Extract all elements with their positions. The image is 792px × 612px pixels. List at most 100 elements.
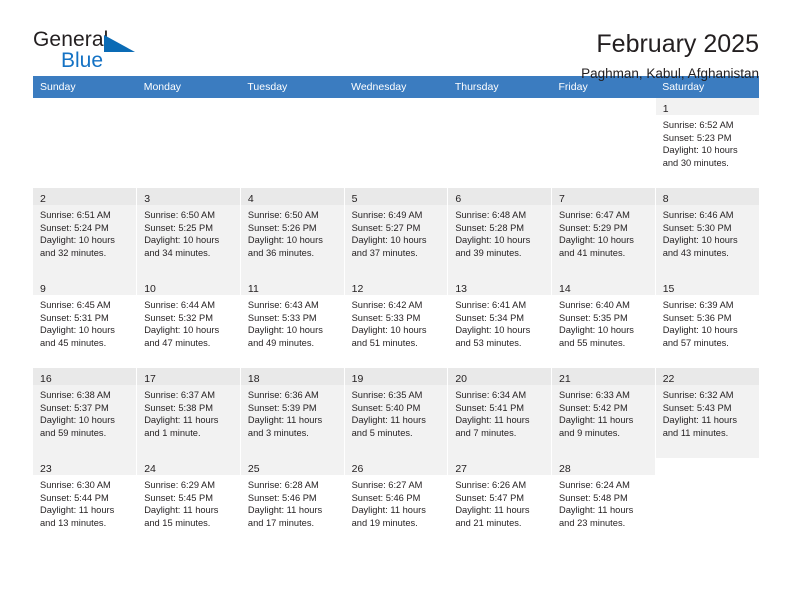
sunrise-text: Sunrise: 6:26 AM	[455, 480, 527, 490]
day-number: 1	[662, 103, 669, 115]
sunrise-text: Sunrise: 6:39 AM	[662, 300, 734, 310]
daylight-text: Daylight: 10 hours and 37 minutes.	[351, 235, 427, 258]
day-cell-inner: 12 Sunrise: 6:42 AM Sunset: 5:33 PM Dayligh…	[344, 278, 448, 368]
general-blue-logo[interactable]: General Blue	[33, 28, 163, 80]
calendar-day-cell[interactable]: 21 Sunrise: 6:33 AM Sunset: 5:42 PM Dayligh…	[551, 368, 656, 458]
calendar-day-cell[interactable]: 9 Sunrise: 6:45 AM Sunset: 5:31 PM Daylight…	[33, 278, 138, 368]
daylight-text: Daylight: 10 hours and 39 minutes.	[455, 235, 531, 258]
calendar-day-cell[interactable]: 25 Sunrise: 6:28 AM Sunset: 5:46 PM Dayligh…	[240, 458, 345, 548]
sunrise-text: Sunrise: 6:47 AM	[559, 210, 630, 220]
calendar-day-cell[interactable]: 8 Sunrise: 6:46 AM Sunset: 5:30 PM Daylight…	[655, 188, 759, 278]
day-cell-inner: 7 Sunrise: 6:47 AM Sunset: 5:29 PM Daylight…	[552, 188, 655, 278]
day-number-bar: 7	[552, 188, 655, 205]
day-number: 21	[559, 373, 571, 385]
sunset-text: Sunset: 5:45 PM	[144, 492, 213, 503]
day-number-bar	[241, 98, 344, 115]
calendar-week-row: 9 Sunrise: 6:45 AM Sunset: 5:31 PM Daylight…	[33, 278, 759, 368]
calendar-day-cell[interactable]: 27 Sunrise: 6:26 AM Sunset: 5:47 PM Dayligh…	[447, 458, 553, 548]
day-number-bar: 11	[240, 278, 344, 295]
calendar-day-cell[interactable]: 17 Sunrise: 6:37 AM Sunset: 5:38 PM Dayligh…	[136, 368, 241, 458]
day-cell-inner: 9 Sunrise: 6:45 AM Sunset: 5:31 PM Daylight…	[33, 278, 137, 368]
calendar-day-cell[interactable]: 19 Sunrise: 6:35 AM Sunset: 5:40 PM Dayligh…	[344, 368, 449, 458]
day-details: Sunrise: 6:37 AM Sunset: 5:38 PM Daylight:…	[137, 385, 240, 439]
day-number: 3	[144, 193, 151, 205]
day-number-bar	[345, 98, 448, 115]
day-number: 14	[559, 283, 571, 295]
calendar-day-cell[interactable]: 23 Sunrise: 6:30 AM Sunset: 5:44 PM Dayligh…	[33, 458, 138, 548]
sunrise-text: Sunrise: 6:35 AM	[351, 390, 423, 400]
day-details: Sunrise: 6:38 AM Sunset: 5:37 PM Daylight:…	[33, 385, 136, 439]
calendar-day-cell[interactable]: 2 Sunrise: 6:51 AM Sunset: 5:24 PM Daylight…	[33, 188, 138, 278]
sunset-text: Sunset: 5:32 PM	[144, 312, 213, 323]
calendar-day-cell[interactable]: 7 Sunrise: 6:47 AM Sunset: 5:29 PM Daylight…	[551, 188, 656, 278]
calendar-day-cell[interactable]: 3 Sunrise: 6:50 AM Sunset: 5:25 PM Daylight…	[136, 188, 241, 278]
day-number-bar: 17	[137, 368, 240, 385]
day-details: Sunrise: 6:42 AM Sunset: 5:33 PM Daylight:…	[345, 295, 448, 349]
calendar-day-cell[interactable]: 15 Sunrise: 6:39 AM Sunset: 5:36 PM Dayligh…	[655, 278, 759, 368]
day-details: Sunrise: 6:33 AM Sunset: 5:42 PM Daylight:…	[552, 385, 655, 439]
calendar-day-cell[interactable]: 11 Sunrise: 6:43 AM Sunset: 5:33 PM Dayligh…	[240, 278, 345, 368]
calendar-day-cell[interactable]: 5 Sunrise: 6:49 AM Sunset: 5:27 PM Daylight…	[344, 188, 449, 278]
sunrise-text: Sunrise: 6:34 AM	[455, 390, 527, 400]
day-cell-inner: 4 Sunrise: 6:50 AM Sunset: 5:26 PM Daylight…	[240, 188, 344, 278]
day-number: 13	[455, 283, 467, 295]
sunrise-text: Sunrise: 6:30 AM	[40, 480, 111, 490]
day-number-bar: 27	[448, 458, 552, 475]
sunset-text: Sunset: 5:31 PM	[40, 312, 109, 323]
day-number: 12	[351, 283, 364, 295]
day-number: 2	[40, 193, 46, 205]
calendar-day-cell-empty	[447, 98, 553, 188]
day-details: Sunrise: 6:39 AM Sunset: 5:36 PM Daylight:…	[656, 295, 759, 349]
day-cell-inner: 17 Sunrise: 6:37 AM Sunset: 5:38 PM Dayligh…	[137, 368, 240, 458]
calendar-day-cell[interactable]: 28 Sunrise: 6:24 AM Sunset: 5:48 PM Dayligh…	[551, 458, 656, 548]
day-details: Sunrise: 6:51 AM Sunset: 5:24 PM Daylight:…	[33, 205, 136, 259]
day-details: Sunrise: 6:29 AM Sunset: 5:45 PM Daylight:…	[137, 475, 240, 529]
sunrise-text: Sunrise: 6:50 AM	[247, 210, 319, 220]
day-number-bar: 20	[448, 368, 552, 385]
calendar-day-cell[interactable]: 16 Sunrise: 6:38 AM Sunset: 5:37 PM Dayligh…	[33, 368, 138, 458]
sunrise-text: Sunrise: 6:36 AM	[247, 390, 319, 400]
calendar-day-cell[interactable]: 14 Sunrise: 6:40 AM Sunset: 5:35 PM Dayligh…	[551, 278, 656, 368]
calendar-day-cell[interactable]: 26 Sunrise: 6:27 AM Sunset: 5:46 PM Dayligh…	[344, 458, 449, 548]
day-number-bar: 3	[137, 188, 240, 205]
day-cell-inner: 5 Sunrise: 6:49 AM Sunset: 5:27 PM Daylight…	[344, 188, 448, 278]
calendar-day-cell[interactable]: 12 Sunrise: 6:42 AM Sunset: 5:33 PM Dayligh…	[344, 278, 449, 368]
sunrise-text: Sunrise: 6:27 AM	[351, 480, 423, 490]
calendar-day-cell[interactable]: 6 Sunrise: 6:48 AM Sunset: 5:28 PM Daylight…	[447, 188, 553, 278]
daylight-text: Daylight: 10 hours and 34 minutes.	[144, 235, 220, 258]
sunrise-text: Sunrise: 6:41 AM	[455, 300, 527, 310]
calendar-day-cell-empty	[655, 458, 759, 548]
calendar-day-cell[interactable]: 22 Sunrise: 6:32 AM Sunset: 5:43 PM Dayligh…	[655, 368, 759, 458]
day-cell-inner: 3 Sunrise: 6:50 AM Sunset: 5:25 PM Daylight…	[137, 188, 240, 278]
day-cell-inner	[552, 98, 655, 188]
sunrise-text: Sunrise: 6:43 AM	[247, 300, 319, 310]
sunset-text: Sunset: 5:30 PM	[662, 222, 732, 233]
calendar-day-cell[interactable]: 18 Sunrise: 6:36 AM Sunset: 5:39 PM Dayligh…	[240, 368, 345, 458]
sunrise-text: Sunrise: 6:29 AM	[144, 480, 216, 490]
day-details: Sunrise: 6:26 AM Sunset: 5:47 PM Daylight:…	[448, 475, 551, 529]
calendar-day-cell[interactable]: 20 Sunrise: 6:34 AM Sunset: 5:41 PM Dayligh…	[447, 368, 553, 458]
daylight-text: Daylight: 10 hours and 51 minutes.	[351, 325, 427, 348]
calendar-day-cell[interactable]: 13 Sunrise: 6:41 AM Sunset: 5:34 PM Dayligh…	[447, 278, 553, 368]
day-number-bar	[448, 98, 551, 115]
sunset-text: Sunset: 5:36 PM	[662, 312, 732, 323]
calendar-day-cell[interactable]: 24 Sunrise: 6:29 AM Sunset: 5:45 PM Dayligh…	[136, 458, 241, 548]
day-number: 25	[247, 463, 260, 475]
sunset-text: Sunset: 5:39 PM	[247, 402, 317, 413]
calendar-day-cell[interactable]: 10 Sunrise: 6:44 AM Sunset: 5:32 PM Dayligh…	[136, 278, 241, 368]
day-number-bar: 19	[344, 368, 448, 385]
calendar-page: General Blue February 2025 Paghman, Kabu…	[0, 0, 792, 612]
calendar-day-cell-empty	[551, 98, 656, 188]
daylight-text: Daylight: 10 hours and 49 minutes.	[247, 325, 323, 348]
day-number: 7	[559, 193, 565, 205]
day-cell-inner: 2 Sunrise: 6:51 AM Sunset: 5:24 PM Daylight…	[33, 188, 137, 278]
day-number-bar: 16	[33, 368, 137, 385]
calendar-week-row: 23 Sunrise: 6:30 AM Sunset: 5:44 PM Dayligh…	[33, 458, 759, 548]
sunrise-text: Sunrise: 6:40 AM	[559, 300, 630, 310]
day-cell-inner: 23 Sunrise: 6:30 AM Sunset: 5:44 PM Dayligh…	[33, 458, 137, 548]
sunset-text: Sunset: 5:40 PM	[351, 402, 421, 413]
daylight-text: Daylight: 11 hours and 23 minutes.	[559, 505, 634, 528]
calendar-day-cell[interactable]: 4 Sunrise: 6:50 AM Sunset: 5:26 PM Daylight…	[240, 188, 345, 278]
calendar-day-cell[interactable]: 1 Sunrise: 6:52 AM Sunset: 5:23 PM Daylight…	[655, 98, 759, 188]
sunset-text: Sunset: 5:27 PM	[351, 222, 421, 233]
